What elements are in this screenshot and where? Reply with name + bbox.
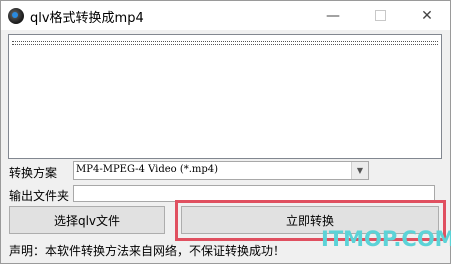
close-button[interactable]: ✕ [404,1,450,30]
app-icon [8,8,24,24]
app-window: qlv格式转换成mp4 — ✕ 转换方案 MP4-MPEG-4 Video (*… [0,0,451,264]
scheme-select[interactable]: MP4-MPEG-4 Video (*.mp4) ▼ [73,161,369,180]
maximize-icon [374,10,386,21]
list-focus-row [12,41,438,45]
minimize-button[interactable]: — [310,1,356,30]
window-title: qlv格式转换成mp4 [30,11,144,26]
close-icon: ✕ [421,7,433,24]
watermark: ITMOP.COM [321,227,451,251]
output-folder-label: 输出文件夹 [9,189,70,203]
maximize-button[interactable] [357,1,403,30]
chevron-down-icon[interactable]: ▼ [351,162,368,179]
scheme-select-value: MP4-MPEG-4 Video (*.mp4) [76,164,219,175]
file-list[interactable] [8,34,442,159]
minimize-icon: — [326,7,340,24]
disclaimer-text: 声明：本软件转换方法来自网络，不保证转换成功！ [9,244,286,258]
title-bar[interactable]: qlv格式转换成mp4 — ✕ [1,1,450,30]
scheme-label: 转换方案 [9,166,58,180]
select-qlv-button[interactable]: 选择qlv文件 [9,206,165,234]
